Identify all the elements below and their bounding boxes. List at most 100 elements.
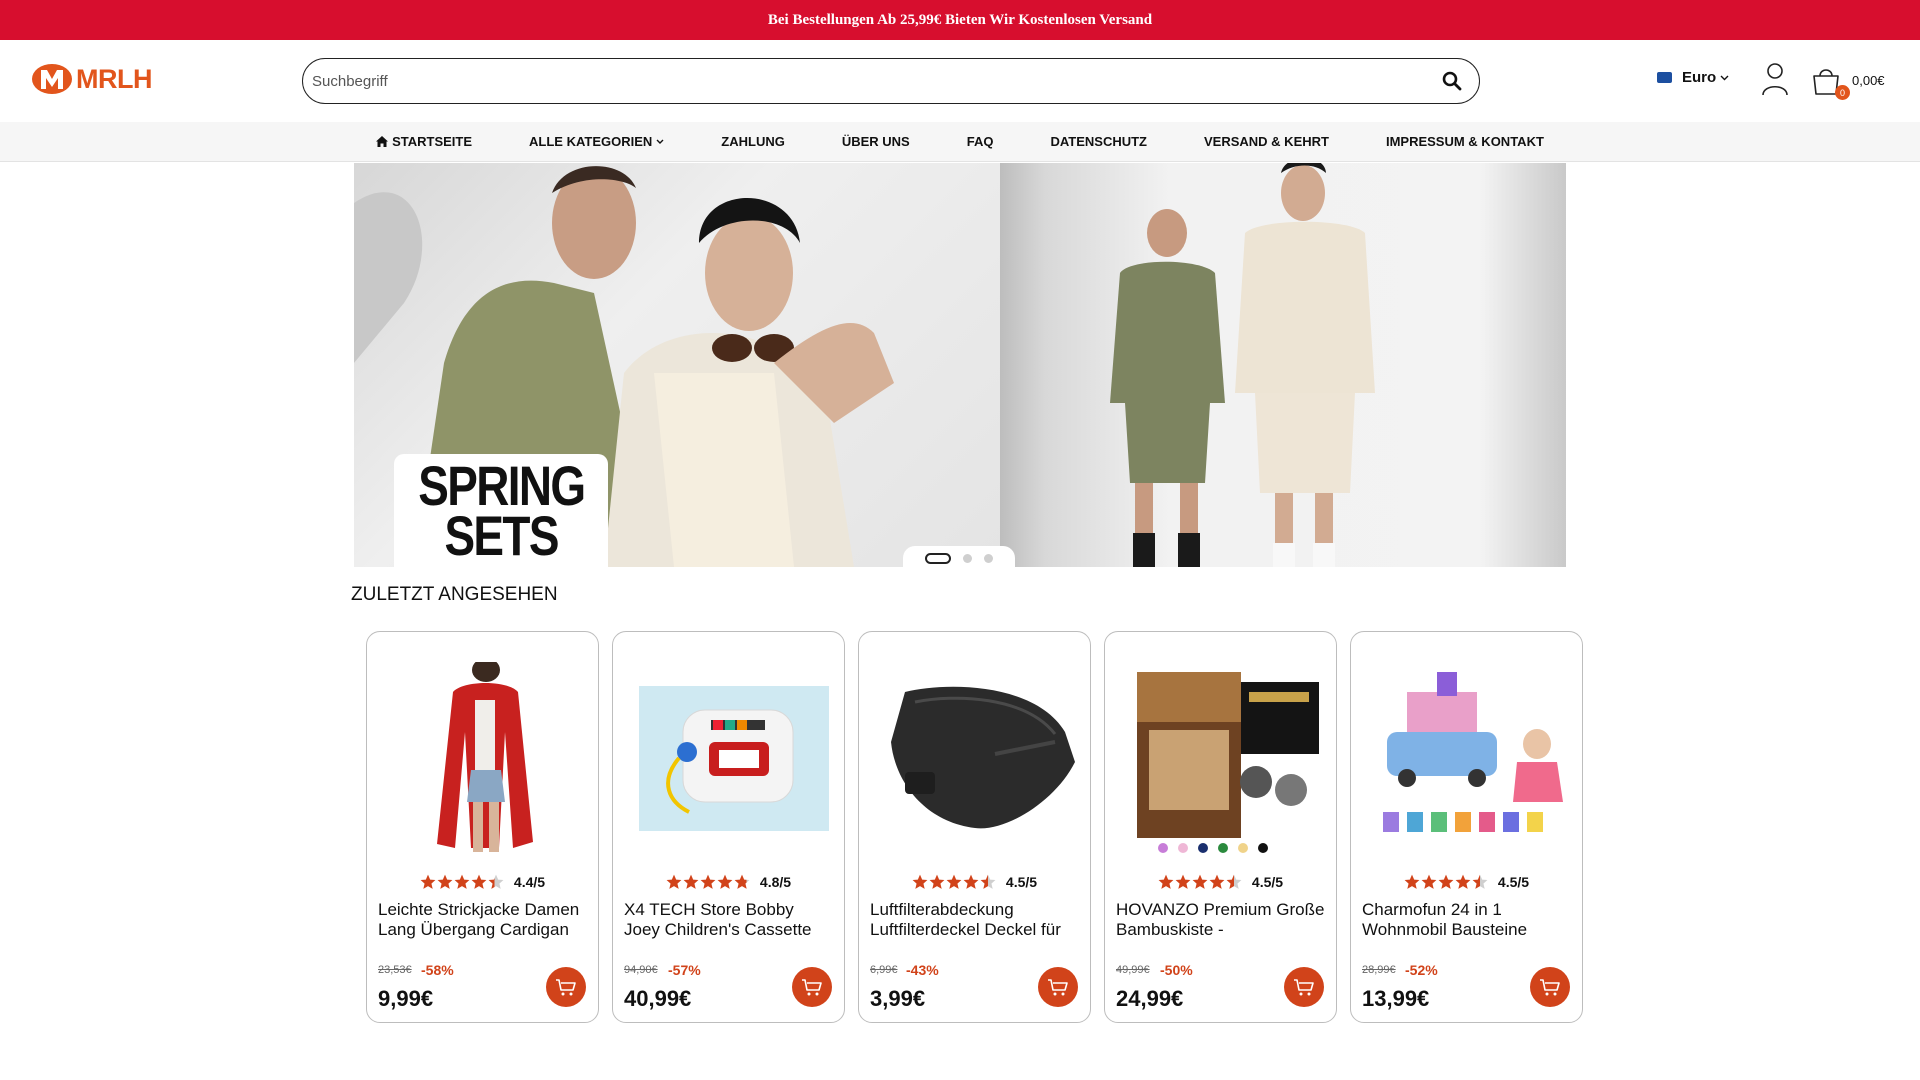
nav-item-impressum-kontakt[interactable]: IMPRESSUM & KONTAKT bbox=[1386, 134, 1544, 149]
rating-stars-icon bbox=[420, 874, 504, 890]
product-title[interactable]: Luftfilterabdeckung Luftfilterdeckel Dec… bbox=[870, 900, 1080, 940]
hero-headline-box: SPRING SETS bbox=[394, 454, 608, 567]
search-icon bbox=[1442, 71, 1462, 91]
product-old-price: 94,90€ bbox=[624, 964, 658, 976]
currency-selector[interactable]: Euro bbox=[1657, 69, 1729, 86]
product-card[interactable]: 4.4/5 Leichte Strickjacke Damen Lang Übe… bbox=[366, 631, 599, 1023]
star-icon bbox=[488, 874, 504, 889]
star-icon bbox=[420, 874, 436, 889]
search-button[interactable] bbox=[1439, 68, 1465, 94]
star-icon bbox=[666, 874, 682, 889]
product-discount: -57% bbox=[668, 962, 701, 978]
star-icon bbox=[929, 874, 945, 889]
product-title[interactable]: Leichte Strickjacke Damen Lang Übergang … bbox=[378, 900, 588, 940]
product-title[interactable]: X4 TECH Store Bobby Joey Children's Cass… bbox=[624, 900, 834, 940]
add-to-cart-button[interactable] bbox=[546, 967, 586, 1007]
star-icon bbox=[734, 874, 750, 889]
star-icon bbox=[1472, 874, 1488, 889]
product-old-price: 49,99€ bbox=[1116, 964, 1150, 976]
nav-item-faq[interactable]: FAQ bbox=[967, 134, 994, 149]
rating-text: 4.5/5 bbox=[1497, 874, 1530, 890]
user-icon bbox=[1762, 63, 1788, 96]
star-icon bbox=[454, 874, 470, 889]
rating-text: 4.8/5 bbox=[759, 874, 792, 890]
product-price: 24,99€ bbox=[1116, 986, 1184, 1011]
star-icon bbox=[1158, 874, 1174, 889]
product-image-building-blocks[interactable] bbox=[1377, 662, 1567, 854]
nav-item-zahlung[interactable]: ZAHLUNG bbox=[721, 134, 785, 149]
rating-stars-icon bbox=[1158, 874, 1242, 890]
nav-label: IMPRESSUM & KONTAKT bbox=[1385, 134, 1544, 149]
star-icon bbox=[1175, 874, 1191, 889]
product-image-air-filter-cover[interactable] bbox=[885, 662, 1075, 854]
main-nav: STARTSEITE ALLE KATEGORIEN ZAHLUNG ÜBER … bbox=[0, 122, 1920, 162]
star-icon bbox=[1421, 874, 1437, 889]
star-icon bbox=[700, 874, 716, 889]
promo-text: Bei Bestellungen Ab 25,99€ Bieten Wir Ko… bbox=[767, 11, 1153, 28]
nav-item-ueber-uns[interactable]: ÜBER UNS bbox=[842, 134, 910, 149]
logo[interactable]: MRLH bbox=[30, 62, 152, 96]
recently-viewed-title: ZULETZT ANGESEHEN bbox=[351, 584, 558, 605]
hero-banner[interactable]: SPRING SETS bbox=[354, 163, 1566, 567]
nav-item-versand-kehrt[interactable]: VERSAND & KEHRT bbox=[1204, 134, 1329, 149]
product-rating: 4.8/5 bbox=[613, 874, 844, 890]
add-to-cart-button[interactable] bbox=[1284, 967, 1324, 1007]
slider-dot-1[interactable] bbox=[925, 552, 951, 564]
product-image-cassette-player[interactable] bbox=[639, 662, 829, 854]
nav-item-startseite[interactable]: STARTSEITE bbox=[376, 134, 472, 149]
home-icon bbox=[376, 136, 389, 147]
star-icon bbox=[912, 874, 928, 889]
add-to-cart-button[interactable] bbox=[1530, 967, 1570, 1007]
eu-flag-icon bbox=[1657, 72, 1672, 83]
star-icon bbox=[1192, 874, 1208, 889]
add-to-cart-button[interactable] bbox=[792, 967, 832, 1007]
slider-dot-3[interactable] bbox=[984, 553, 993, 563]
rating-text: 4.4/5 bbox=[513, 874, 546, 890]
models-standing-illustration bbox=[1110, 163, 1375, 567]
product-price: 3,99€ bbox=[870, 986, 926, 1011]
star-icon bbox=[1226, 874, 1242, 889]
product-old-price: 28,99€ bbox=[1362, 964, 1396, 976]
nav-label: ALLE KATEGORIEN bbox=[529, 134, 653, 149]
add-to-cart-icon bbox=[802, 979, 822, 996]
hero-image-left: SPRING SETS bbox=[354, 163, 1000, 567]
product-title[interactable]: HOVANZO Premium Große Bambuskiste - bbox=[1116, 900, 1326, 940]
logo-mark-icon bbox=[32, 64, 72, 94]
product-title[interactable]: Charmofun 24 in 1 Wohnmobil Bausteine bbox=[1362, 900, 1572, 940]
nav-label: DATENSCHUTZ bbox=[1050, 134, 1147, 149]
account-button[interactable] bbox=[1760, 62, 1790, 96]
add-to-cart-icon bbox=[1048, 979, 1068, 996]
promo-bar: Bei Bestellungen Ab 25,99€ Bieten Wir Ko… bbox=[0, 0, 1920, 40]
product-discount: -43% bbox=[906, 962, 939, 978]
star-icon bbox=[683, 874, 699, 889]
nav-label: ÜBER UNS bbox=[841, 134, 910, 149]
product-card[interactable]: 4.5/5 Charmofun 24 in 1 Wohnmobil Bauste… bbox=[1350, 631, 1583, 1023]
nav-item-datenschutz[interactable]: DATENSCHUTZ bbox=[1050, 134, 1147, 149]
add-to-cart-button[interactable] bbox=[1038, 967, 1078, 1007]
product-card[interactable]: 4.5/5 HOVANZO Premium Große Bambuskiste … bbox=[1104, 631, 1337, 1023]
add-to-cart-icon bbox=[1294, 979, 1314, 996]
header: MRLH Euro 0 0,00€ bbox=[0, 40, 1920, 122]
cart-button[interactable]: 0 bbox=[1810, 64, 1850, 100]
product-discount: -50% bbox=[1160, 962, 1193, 978]
product-rating: 4.4/5 bbox=[367, 874, 598, 890]
rating-text: 4.5/5 bbox=[1005, 874, 1038, 890]
star-icon bbox=[471, 874, 487, 889]
search-input[interactable] bbox=[312, 72, 1439, 90]
cart-count-badge: 0 bbox=[1835, 85, 1850, 100]
product-discount: -52% bbox=[1405, 962, 1438, 978]
currency-label: Euro bbox=[1682, 69, 1717, 86]
slider-dot-2[interactable] bbox=[963, 553, 972, 563]
product-card[interactable]: 4.8/5 X4 TECH Store Bobby Joey Children'… bbox=[612, 631, 845, 1023]
nav-item-alle-kategorien[interactable]: ALLE KATEGORIEN bbox=[529, 134, 664, 149]
product-price: 9,99€ bbox=[378, 986, 434, 1011]
product-old-price: 23,53€ bbox=[378, 964, 412, 976]
product-image-bamboo-box[interactable] bbox=[1131, 662, 1321, 854]
nav-label: ZAHLUNG bbox=[721, 134, 785, 149]
product-card[interactable]: 4.5/5 Luftfilterabdeckung Luftfilterdeck… bbox=[858, 631, 1091, 1023]
logo-text: MRLH bbox=[76, 63, 152, 94]
rating-stars-icon bbox=[1404, 874, 1488, 890]
rating-stars-icon bbox=[912, 874, 996, 890]
product-image-red-cardigan[interactable] bbox=[393, 662, 583, 854]
hero-image-right bbox=[1000, 163, 1566, 567]
